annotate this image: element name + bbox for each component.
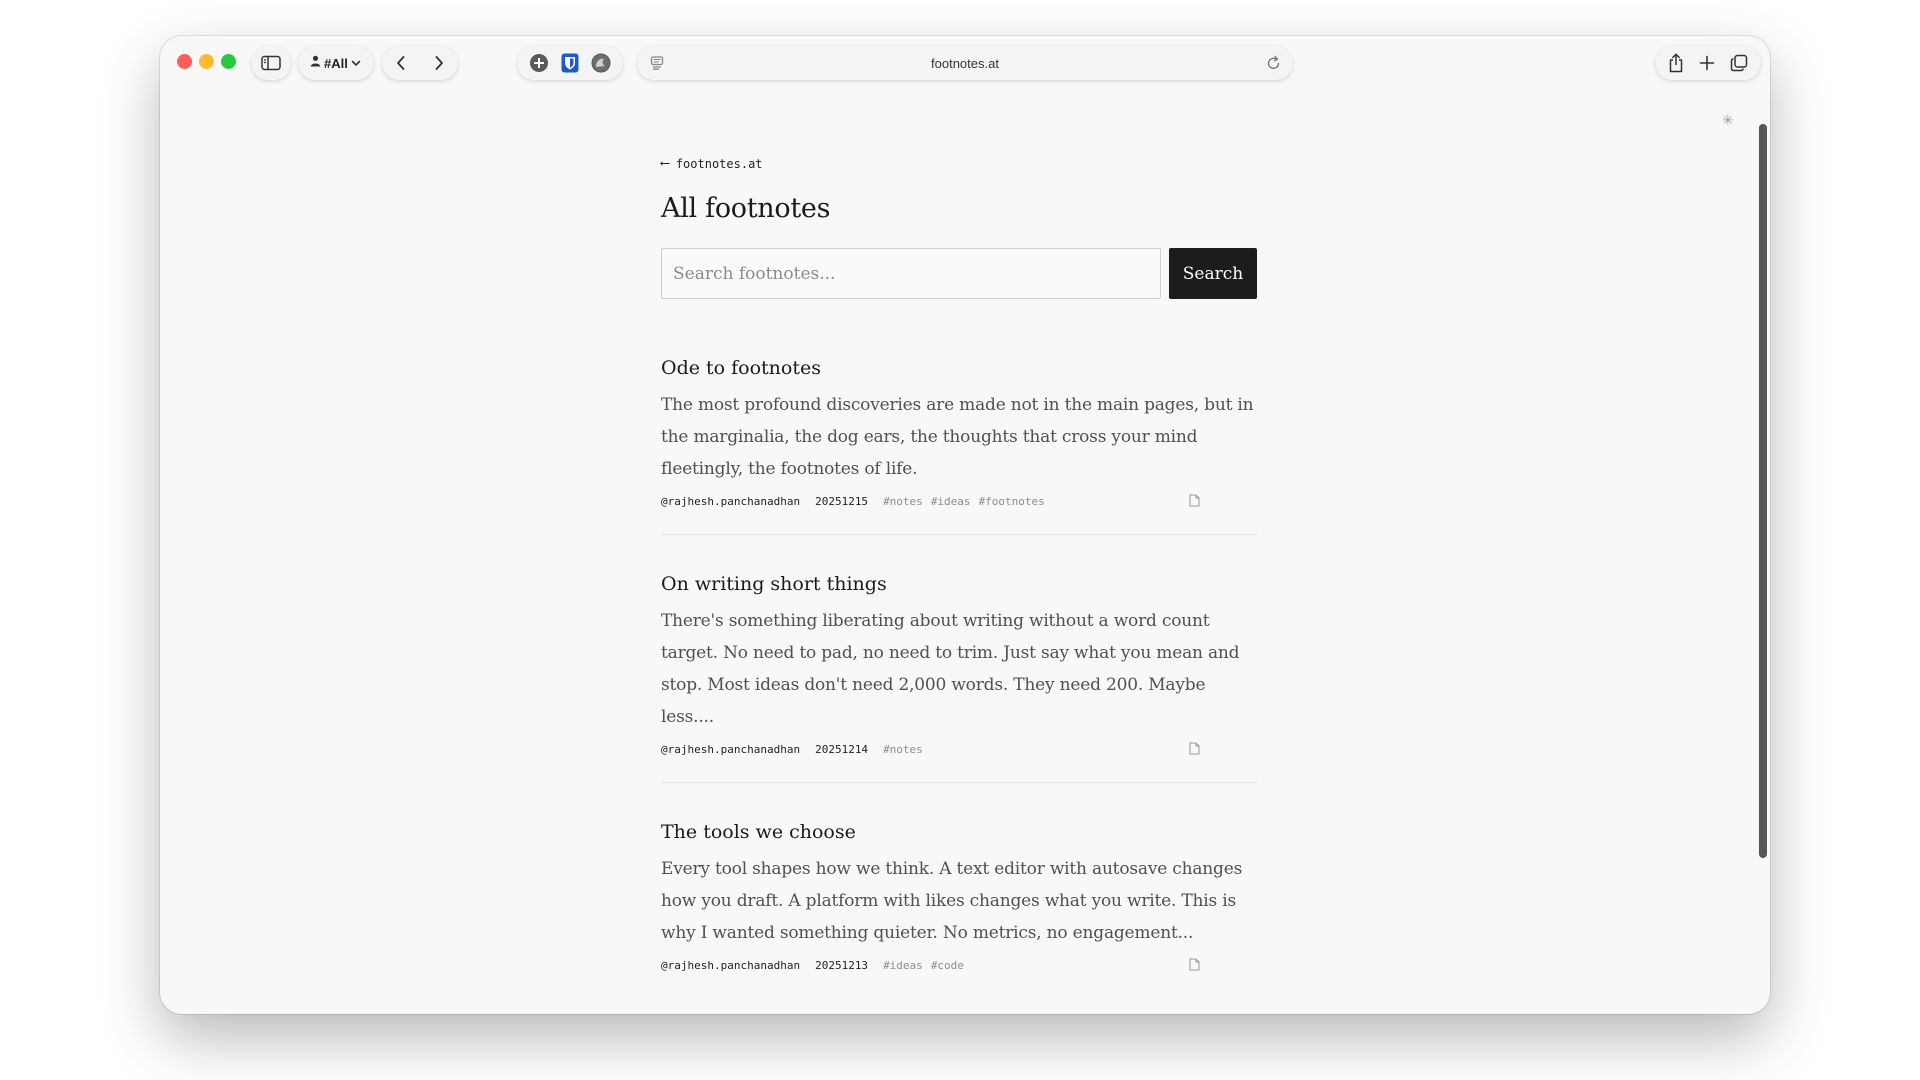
post-title[interactable]: On writing short things <box>661 573 1257 595</box>
close-window-button[interactable] <box>177 54 192 69</box>
post-tags: #notes #ideas #footnotes <box>883 495 1045 508</box>
document-icon[interactable] <box>1189 958 1200 974</box>
profile-label: #All <box>324 55 348 71</box>
arrow-left-icon: ⟵ <box>661 156 669 171</box>
reload-button[interactable] <box>1266 55 1281 71</box>
post-tags: #notes <box>883 743 923 756</box>
post-date: 20251215 <box>815 495 869 508</box>
post-author[interactable]: @rajhesh.panchanadhan <box>661 959 800 972</box>
document-icon[interactable] <box>1189 494 1200 510</box>
tag-link[interactable]: #notes <box>883 495 923 508</box>
page-title: All footnotes <box>661 193 831 224</box>
chevron-down-icon <box>351 54 361 72</box>
navigation-controls <box>382 46 458 80</box>
page-menu-button[interactable] <box>649 55 665 71</box>
post-title[interactable]: Ode to footnotes <box>661 357 1257 379</box>
forward-button[interactable] <box>433 55 445 71</box>
extension-button-3[interactable] <box>591 53 611 73</box>
post-item: Ode to footnotes The most profound disco… <box>661 357 1257 535</box>
search-button[interactable]: Search <box>1169 248 1257 299</box>
document-icon[interactable] <box>1189 742 1200 758</box>
new-tab-button[interactable] <box>1699 55 1715 71</box>
back-link[interactable]: ⟵ footnotes.at <box>661 156 1257 171</box>
tag-link[interactable]: #notes <box>883 743 923 756</box>
post-date: 20251213 <box>815 959 869 972</box>
tag-link[interactable]: #ideas <box>931 495 971 508</box>
post-date: 20251214 <box>815 743 869 756</box>
avatar-icon <box>591 53 611 73</box>
post-excerpt: There's something liberating about writi… <box>661 611 1240 727</box>
address-bar[interactable]: footnotes.at <box>637 46 1293 80</box>
post-item: On writing short things There's somethin… <box>661 573 1257 783</box>
tab-overview-button[interactable] <box>1730 54 1748 72</box>
post-item: The tools we choose Every tool shapes ho… <box>661 821 1257 998</box>
post-meta: @rajhesh.panchanadhan 20251213 #ideas #c… <box>661 958 1257 974</box>
extension-button-2[interactable] <box>561 53 579 73</box>
post-excerpt: Every tool shapes how we think. A text e… <box>661 859 1243 943</box>
search-form: Search <box>661 248 1257 299</box>
profile-selector[interactable]: #All <box>298 46 374 80</box>
shield-icon <box>561 53 579 73</box>
browser-window: #All footnotes.at ✳ ⟵ footnotes.at All f… <box>160 36 1770 1014</box>
page-menu-icon <box>649 55 665 71</box>
page-content: ⟵ footnotes.at All footnotes Search Ode … <box>661 156 1257 1014</box>
window-actions <box>1655 46 1761 80</box>
search-input[interactable] <box>661 248 1161 299</box>
scrollbar[interactable] <box>1758 88 1768 862</box>
tag-link[interactable]: #footnotes <box>979 495 1045 508</box>
extension-button-1[interactable] <box>529 53 549 73</box>
post-tags: #ideas #code <box>883 959 964 972</box>
sidebar-icon <box>261 55 281 71</box>
maximize-window-button[interactable] <box>221 54 236 69</box>
post-list: Ode to footnotes The most profound disco… <box>661 357 1257 998</box>
tag-link[interactable]: #ideas <box>883 959 923 972</box>
post-author[interactable]: @rajhesh.panchanadhan <box>661 495 800 508</box>
person-icon <box>310 54 321 72</box>
tag-link[interactable]: #code <box>931 959 964 972</box>
chevron-left-icon <box>395 55 407 71</box>
post-title[interactable]: The tools we choose <box>661 821 1257 843</box>
sidebar-toggle-button[interactable] <box>251 46 291 80</box>
share-button[interactable] <box>1668 53 1684 73</box>
sparkle-icon[interactable]: ✳ <box>1722 112 1734 129</box>
post-meta: @rajhesh.panchanadhan 20251214 #notes <box>661 742 1257 758</box>
plus-circle-icon <box>529 53 549 73</box>
chevron-right-icon <box>433 55 445 71</box>
extensions-bar <box>517 46 623 80</box>
post-author[interactable]: @rajhesh.panchanadhan <box>661 743 800 756</box>
browser-toolbar: #All footnotes.at <box>160 36 1770 88</box>
plus-icon <box>1699 55 1715 71</box>
tabs-overview-icon <box>1730 54 1748 72</box>
url-text: footnotes.at <box>931 55 999 71</box>
minimize-window-button[interactable] <box>199 54 214 69</box>
reload-icon <box>1266 55 1281 71</box>
post-excerpt: The most profound discoveries are made n… <box>661 395 1254 479</box>
share-icon <box>1668 53 1684 73</box>
back-button[interactable] <box>395 55 407 71</box>
back-link-label: footnotes.at <box>675 156 763 171</box>
scrollbar-thumb[interactable] <box>1759 124 1767 858</box>
post-meta: @rajhesh.panchanadhan 20251215 #notes #i… <box>661 494 1257 510</box>
